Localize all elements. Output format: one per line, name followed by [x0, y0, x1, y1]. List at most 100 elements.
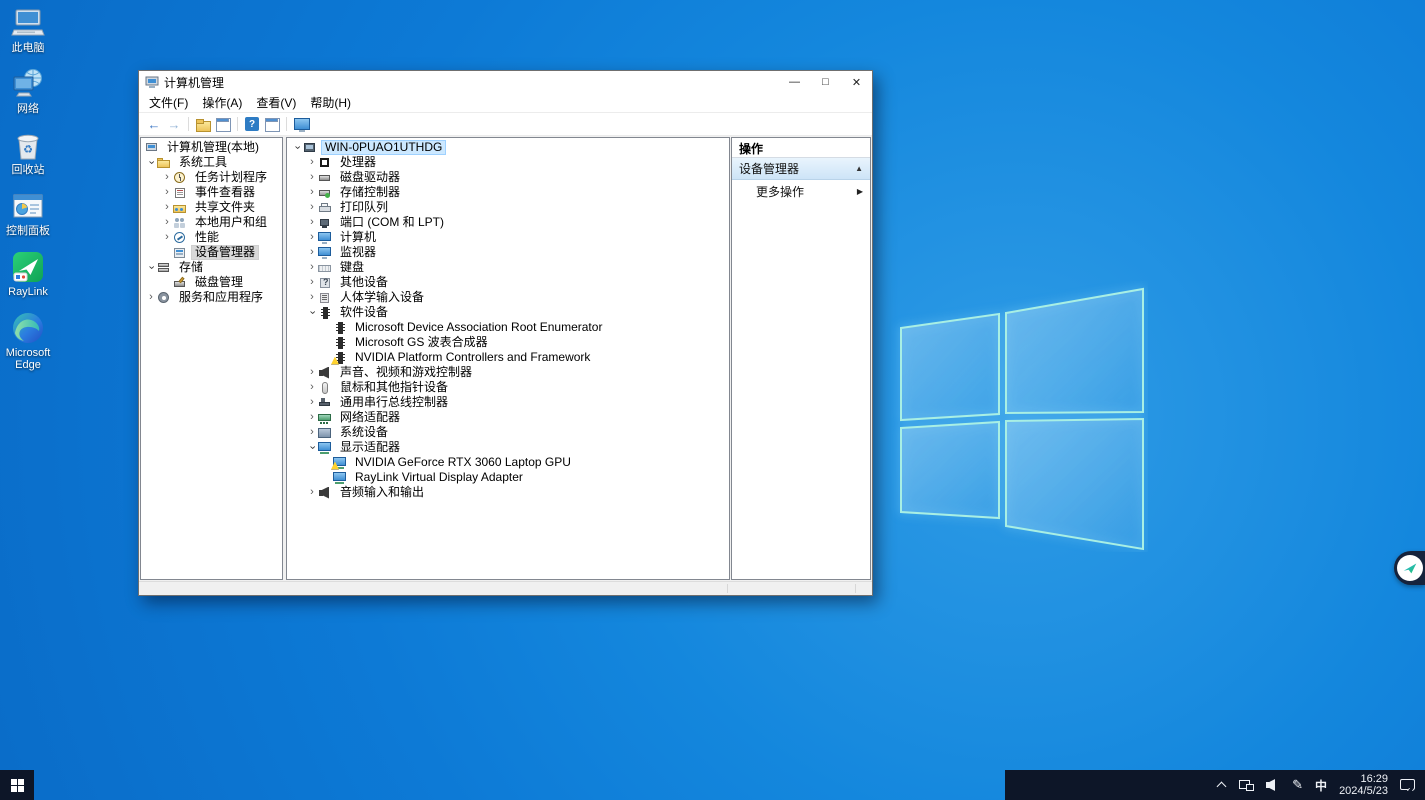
device-tree-row[interactable]: ›磁盘驱动器 — [287, 170, 729, 185]
taskbar-clock[interactable]: 16:29 2024/5/23 — [1339, 773, 1388, 797]
desktop-icon-this-pc[interactable]: 此电脑 — [0, 6, 56, 54]
chevron-right-icon[interactable]: › — [306, 382, 318, 393]
chevron-right-icon[interactable]: › — [306, 202, 318, 213]
volume-tray-icon[interactable] — [1266, 779, 1280, 791]
device-tree-row[interactable]: ›鼠标和其他指针设备 — [287, 380, 729, 395]
chevron-down-icon[interactable]: › — [146, 262, 157, 274]
console-tree-row[interactable]: 计算机管理(本地) — [141, 140, 282, 155]
action-center-icon[interactable] — [1400, 779, 1415, 791]
console-tree-row[interactable]: 磁盘管理 — [141, 275, 282, 290]
console-tree-row[interactable]: ›性能 — [141, 230, 282, 245]
chevron-right-icon[interactable]: › — [145, 292, 157, 303]
device-tree-row[interactable]: ›WIN-0PUAO1UTHDG — [287, 140, 729, 155]
chevron-right-icon[interactable]: › — [161, 187, 173, 198]
console-tree-row[interactable]: ›系统工具 — [141, 155, 282, 170]
chevron-right-icon[interactable]: › — [161, 172, 173, 183]
device-tree-row[interactable]: Microsoft Device Association Root Enumer… — [287, 320, 729, 335]
console-tree-row[interactable]: ›任务计划程序 — [141, 170, 282, 185]
device-tree-row[interactable]: ›人体学输入设备 — [287, 290, 729, 305]
properties-window-icon[interactable] — [263, 116, 281, 133]
device-tree-row[interactable]: ›声音、视频和游戏控制器 — [287, 365, 729, 380]
chevron-right-icon[interactable]: › — [306, 397, 318, 408]
network-tray-icon[interactable] — [1239, 779, 1254, 791]
monitor-icon — [318, 232, 332, 244]
chevron-down-icon[interactable]: › — [307, 442, 318, 454]
chevron-right-icon[interactable]: › — [306, 412, 318, 423]
chevron-right-icon[interactable]: › — [306, 187, 318, 198]
svg-text:♻: ♻ — [23, 144, 33, 156]
device-tree-row[interactable]: NVIDIA GeForce RTX 3060 Laptop GPU — [287, 455, 729, 470]
maximize-button[interactable]: □ — [810, 71, 841, 93]
menu-view[interactable]: 查看(V) — [249, 92, 303, 113]
desktop-icon-network[interactable]: 网络 — [0, 67, 56, 115]
console-tree-row[interactable]: ›本地用户和组 — [141, 215, 282, 230]
back-icon[interactable]: ← — [145, 116, 163, 133]
desktop-icon-recycle-bin[interactable]: ♻ 回收站 — [0, 128, 56, 176]
device-tree-row[interactable]: ›端口 (COM 和 LPT) — [287, 215, 729, 230]
folder-icon[interactable] — [194, 116, 212, 133]
actions-group-device-manager[interactable]: 设备管理器 ▲ — [732, 158, 870, 180]
device-tree-row[interactable]: ›网络适配器 — [287, 410, 729, 425]
show-console-tree-icon[interactable] — [214, 116, 232, 133]
ime-indicator[interactable]: 中 — [1315, 777, 1327, 794]
console-tree-row[interactable]: ›服务和应用程序 — [141, 290, 282, 305]
desktop-icon-raylink[interactable]: RayLink — [0, 250, 56, 298]
close-button[interactable]: ✕ — [841, 71, 872, 93]
console-tree-row[interactable]: ›事件查看器 — [141, 185, 282, 200]
start-button[interactable] — [0, 770, 34, 800]
raylink-floating-ball[interactable] — [1394, 551, 1425, 585]
collapse-icon[interactable]: ▲ — [855, 164, 863, 173]
pen-tray-icon[interactable]: ✎ — [1292, 779, 1303, 791]
chevron-right-icon[interactable]: › — [306, 427, 318, 438]
monitor-toolbar-icon[interactable] — [292, 116, 310, 133]
console-tree-row[interactable]: ›存储 — [141, 260, 282, 275]
chevron-right-icon[interactable]: › — [306, 292, 318, 303]
title-bar[interactable]: 计算机管理 — □ ✕ — [139, 71, 872, 93]
forward-icon[interactable]: → — [165, 116, 183, 133]
device-tree-row[interactable]: NVIDIA Platform Controllers and Framewor… — [287, 350, 729, 365]
device-tree-row[interactable]: ›打印队列 — [287, 200, 729, 215]
desktop-icon-control-panel[interactable]: 控制面板 — [0, 189, 56, 237]
chevron-right-icon[interactable]: › — [306, 277, 318, 288]
more-actions-item[interactable]: 更多操作 ▶ — [732, 180, 870, 202]
local-users-icon — [173, 217, 187, 229]
device-tree-row[interactable]: ›键盘 — [287, 260, 729, 275]
device-tree-row[interactable]: ›显示适配器 — [287, 440, 729, 455]
console-tree-row[interactable]: 设备管理器 — [141, 245, 282, 260]
chevron-right-icon[interactable]: › — [306, 157, 318, 168]
device-tree-row[interactable]: ›其他设备 — [287, 275, 729, 290]
device-tree-row[interactable]: ›处理器 — [287, 155, 729, 170]
chevron-right-icon[interactable]: › — [306, 232, 318, 243]
chevron-down-icon[interactable]: › — [307, 307, 318, 319]
menu-action[interactable]: 操作(A) — [195, 92, 249, 113]
minimize-button[interactable]: — — [779, 71, 810, 93]
chevron-down-icon[interactable]: › — [146, 157, 157, 169]
chevron-right-icon[interactable]: › — [306, 487, 318, 498]
device-tree-row[interactable]: ›存储控制器 — [287, 185, 729, 200]
chevron-right-icon[interactable]: › — [161, 202, 173, 213]
chevron-right-icon[interactable]: › — [161, 217, 173, 228]
chevron-right-icon[interactable]: › — [306, 262, 318, 273]
menu-help[interactable]: 帮助(H) — [303, 92, 358, 113]
chevron-right-icon[interactable]: › — [306, 367, 318, 378]
chevron-down-icon[interactable]: › — [292, 142, 303, 154]
chevron-right-icon[interactable]: › — [161, 232, 173, 243]
chip-icon — [333, 337, 347, 349]
device-tree-row[interactable]: ›音频输入和输出 — [287, 485, 729, 500]
device-tree-row[interactable]: ›软件设备 — [287, 305, 729, 320]
desktop-icon-edge[interactable]: Microsoft Edge — [0, 311, 56, 371]
menu-file[interactable]: 文件(F) — [142, 92, 195, 113]
hidden-icons-chevron-icon[interactable] — [1217, 780, 1227, 790]
device-tree-row[interactable]: ›监视器 — [287, 245, 729, 260]
device-tree-row[interactable]: ›系统设备 — [287, 425, 729, 440]
help-icon[interactable]: ? — [243, 116, 261, 133]
device-tree-row[interactable]: ›计算机 — [287, 230, 729, 245]
chevron-right-icon[interactable]: › — [306, 247, 318, 258]
chevron-right-icon[interactable]: › — [306, 172, 318, 183]
device-tree-row[interactable]: ›通用串行总线控制器 — [287, 395, 729, 410]
device-tree-label: RayLink Virtual Display Adapter — [351, 470, 527, 485]
console-tree-row[interactable]: ›共享文件夹 — [141, 200, 282, 215]
chevron-right-icon[interactable]: › — [306, 217, 318, 228]
device-tree-row[interactable]: RayLink Virtual Display Adapter — [287, 470, 729, 485]
device-tree-row[interactable]: Microsoft GS 波表合成器 — [287, 335, 729, 350]
